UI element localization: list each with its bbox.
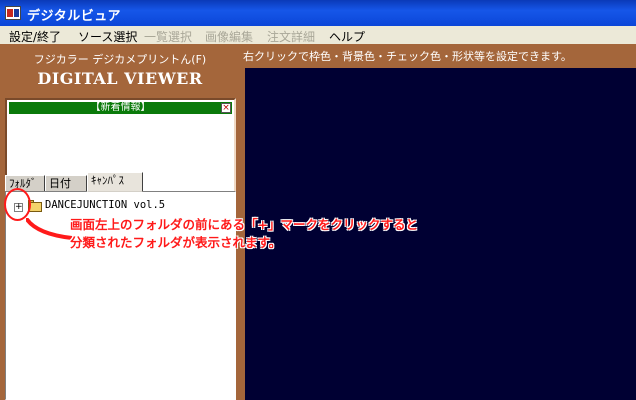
menu-order-details: 注文詳細 [267, 30, 316, 44]
close-icon[interactable]: × [221, 103, 231, 113]
tab-strip: ﾌｫﾙﾀﾞ 日付 ｷｬﾝﾊﾟｽ [5, 172, 236, 192]
tab-date[interactable]: 日付 [45, 175, 87, 192]
window-title: デジタルビュア [27, 9, 121, 24]
news-title: 【新着情報】 [90, 102, 151, 113]
title-bar: デジタルビュア [0, 0, 636, 26]
annotation-line-1: 画面左上のフォルダの前にある「+」マークをクリックすると [70, 217, 418, 232]
annotation-pointer [26, 218, 73, 240]
tree-item-label[interactable]: DANCEJUNCTION vol.5 [45, 199, 165, 211]
annotation-circle [4, 188, 31, 221]
app-icon[interactable] [5, 6, 21, 20]
menu-source-select[interactable]: ソース選択 [78, 28, 137, 45]
annotation-line-2: 分類されたフォルダが表示されます。 [70, 235, 282, 250]
brand-subtitle: フジカラー デジカメプリントん(F) [33, 53, 207, 66]
tab-canvas[interactable]: ｷｬﾝﾊﾟｽ [87, 172, 143, 192]
brand-title: DIGITAL VIEWER [37, 69, 203, 88]
hint-text: 右クリックで枠色・背景色・チェック色・形状等を設定できます。 [243, 50, 572, 63]
news-header: 【新着情報】 × [9, 102, 232, 114]
menu-settings-exit[interactable]: 設定/終了 [9, 28, 61, 45]
menu-image-edit: 画像編集 [205, 30, 254, 44]
menu-bar: 設定/終了 ソース選択 一覧選択 画像編集 注文詳細 ヘルプ [0, 26, 636, 44]
menu-list-select: 一覧選択 [144, 30, 193, 44]
annotation-text: 画面左上のフォルダの前にある「+」マークをクリックすると 分類されたフォルダが表… [70, 216, 418, 252]
menu-help[interactable]: ヘルプ [329, 28, 365, 45]
